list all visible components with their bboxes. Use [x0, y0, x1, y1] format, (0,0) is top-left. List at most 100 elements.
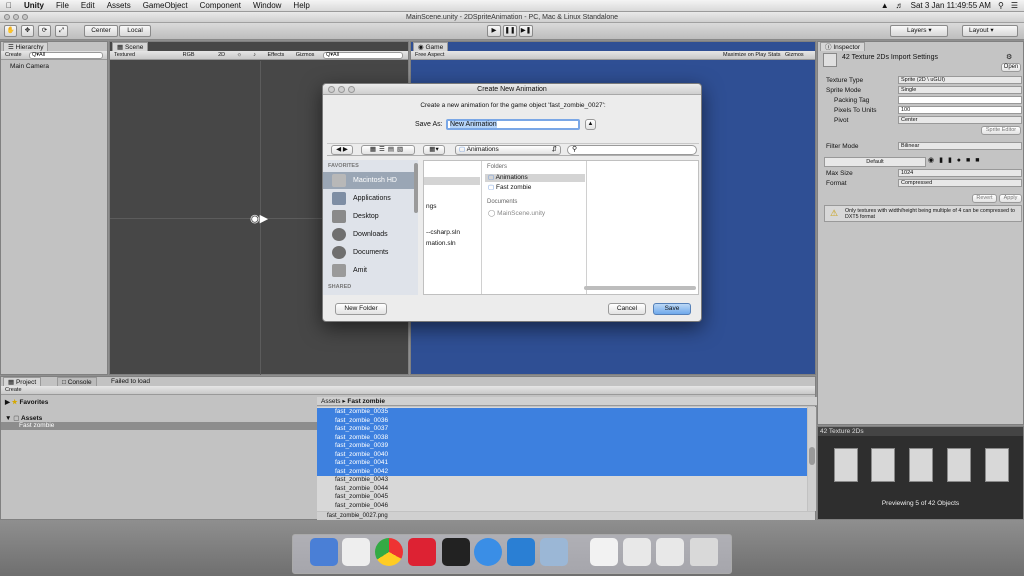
game-stats-toggle[interactable]: Stats — [768, 51, 781, 60]
itunes-icon[interactable] — [474, 538, 502, 566]
list-item[interactable]: fast_zombie_0041 — [317, 459, 807, 468]
sprite-thumbnail[interactable] — [871, 448, 895, 482]
window-thumbnail-icon[interactable] — [623, 538, 651, 566]
hierarchy-search-input[interactable]: Q▾All — [29, 52, 103, 59]
step-button-icon[interactable]: ▶❚ — [519, 25, 533, 37]
assets-folder[interactable]: ▼ ▢ Assets — [5, 414, 42, 422]
inspector-open-button[interactable]: Open — [1001, 63, 1021, 72]
layout-dropdown[interactable]: Layout ▾ — [962, 25, 1018, 37]
save-button[interactable]: Save — [653, 303, 691, 315]
platform-tab-default[interactable]: Default — [824, 157, 926, 167]
menu-app-unity[interactable]: Unity — [18, 1, 50, 10]
sidebar-item-downloads[interactable]: Downloads — [323, 226, 418, 243]
format-dropdown[interactable]: Compressed — [898, 179, 1022, 187]
play-button-icon[interactable]: ▶ — [487, 25, 501, 37]
sidebar-item-documents[interactable]: Documents — [323, 244, 418, 261]
finder-search-input[interactable]: ⚲ — [567, 145, 697, 155]
list-item[interactable]: fast_zombie_0040 — [317, 450, 807, 459]
list-item[interactable]: fast_zombie_0043 — [317, 476, 807, 485]
scene-rgb-dropdown[interactable]: RGB — [183, 52, 195, 58]
tab-project[interactable]: ▦ Project — [3, 377, 42, 386]
launchpad-icon[interactable] — [342, 538, 370, 566]
location-dropdown[interactable]: ▢ Animations ⇵ — [455, 145, 561, 155]
list-item[interactable]: fast_zombie_0039 — [317, 442, 807, 451]
new-folder-button[interactable]: New Folder — [335, 303, 387, 315]
sprite-thumbnail[interactable] — [947, 448, 971, 482]
breadcrumb-fast-zombie[interactable]: Fast zombie — [347, 398, 385, 405]
sprite-thumbnail[interactable] — [834, 448, 858, 482]
list-item[interactable]: fast_zombie_0044 — [317, 485, 807, 494]
zoom-window-icon[interactable] — [22, 14, 28, 20]
arrange-dropdown[interactable]: ▦▾ — [423, 145, 445, 155]
save-as-input[interactable]: New Animation — [446, 119, 580, 130]
sidebar-item-desktop[interactable]: Desktop — [323, 208, 418, 225]
scene-shading-dropdown[interactable]: Textured — [114, 52, 135, 58]
tab-inspector[interactable]: ⓘ Inspector — [820, 42, 866, 51]
list-item[interactable]: --csharp.sln — [426, 229, 460, 236]
finder-horizontal-scrollbar[interactable] — [584, 286, 696, 290]
view-mode-buttons[interactable]: ▦☰▤▧ — [361, 145, 415, 155]
game-gizmos-dropdown[interactable]: Gizmos — [785, 51, 804, 60]
project-create-button[interactable]: Create — [5, 387, 22, 393]
volume-icon[interactable]: ♬ — [896, 1, 904, 10]
move-tool-icon[interactable]: ✥ — [21, 25, 34, 37]
sidebar-item-macintosh-hd[interactable]: Macintosh HD — [323, 172, 418, 189]
tab-game[interactable]: ◉ Game — [413, 42, 449, 51]
breadcrumb-assets[interactable]: Assets — [321, 398, 341, 405]
pivot-local-toggle[interactable]: Local — [119, 25, 151, 37]
sprite-thumbnail[interactable] — [985, 448, 1009, 482]
notification-center-icon[interactable]: ☰ — [1011, 1, 1018, 10]
filezilla-icon[interactable] — [408, 538, 436, 566]
back-forward-buttons[interactable]: ◀ ▶ — [331, 145, 353, 155]
pivot-center-toggle[interactable]: Center — [84, 25, 118, 37]
menu-window[interactable]: Window — [247, 1, 287, 10]
sprite-editor-button[interactable]: Sprite Editor — [981, 126, 1021, 135]
preview-app-icon[interactable] — [540, 538, 568, 566]
revert-button[interactable]: Revert — [972, 194, 997, 203]
rotate-tool-icon[interactable]: ⟳ — [38, 25, 51, 37]
pivot-dropdown[interactable]: Center — [898, 116, 1022, 124]
game-aspect-dropdown[interactable]: Free Aspect — [415, 52, 444, 58]
list-item[interactable]: ngs — [426, 203, 436, 210]
pixels-to-units-input[interactable]: 100 — [898, 106, 1022, 114]
scene-lighting-icon[interactable]: ☼ — [237, 52, 242, 58]
apply-button[interactable]: Apply — [999, 194, 1022, 203]
menu-help[interactable]: Help — [287, 1, 315, 10]
window-thumbnail-icon[interactable] — [656, 538, 684, 566]
favorites-folder[interactable]: ▶ ★ Favorites — [5, 398, 48, 406]
folder-item-fast-zombie[interactable]: ▢ Fast zombie — [488, 183, 531, 191]
chrome-icon[interactable] — [375, 538, 403, 566]
sprite-mode-dropdown[interactable]: Single — [898, 86, 1022, 94]
trash-icon[interactable] — [690, 538, 718, 566]
hand-tool-icon[interactable]: ✋ — [4, 25, 17, 37]
wifi-icon[interactable]: ▲ — [881, 1, 889, 10]
hierarchy-item-main-camera[interactable]: Main Camera — [10, 63, 49, 70]
minimize-window-icon[interactable] — [13, 14, 19, 20]
filter-mode-dropdown[interactable]: Bilinear — [898, 142, 1022, 150]
fast-zombie-folder[interactable]: Fast zombie — [1, 422, 317, 430]
hierarchy-create-button[interactable]: Create — [5, 52, 22, 58]
menu-file[interactable]: File — [50, 1, 75, 10]
list-item[interactable]: fast_zombie_0035 — [317, 408, 807, 417]
scene-2d-toggle[interactable]: 2D — [218, 52, 225, 58]
tab-console[interactable]: □ Console — [57, 377, 97, 386]
finder-icon[interactable] — [310, 538, 338, 566]
max-size-dropdown[interactable]: 1024 — [898, 169, 1022, 177]
dialog-close-icon[interactable] — [328, 86, 335, 93]
scrollbar-thumb[interactable] — [809, 447, 815, 465]
clock[interactable]: Sat 3 Jan 11:49:55 AM — [911, 1, 991, 10]
word-icon[interactable] — [507, 538, 535, 566]
unity-icon[interactable] — [442, 538, 470, 566]
list-item[interactable]: fast_zombie_0038 — [317, 433, 807, 442]
pause-button-icon[interactable]: ❚❚ — [503, 25, 517, 37]
apple-icon[interactable]:  — [0, 1, 18, 10]
inspector-settings-icon[interactable]: ⚙ — [1006, 53, 1012, 61]
list-item[interactable]: fast_zombie_0045 — [317, 493, 807, 502]
sidebar-scrollbar[interactable] — [414, 163, 418, 213]
list-item[interactable]: fast_zombie_0036 — [317, 416, 807, 425]
cancel-button[interactable]: Cancel — [608, 303, 646, 315]
sidebar-item-applications[interactable]: Applications — [323, 190, 418, 207]
scale-tool-icon[interactable]: ⤢ — [55, 25, 68, 37]
list-item[interactable]: mation.sln — [426, 240, 456, 247]
menu-assets[interactable]: Assets — [101, 1, 137, 10]
